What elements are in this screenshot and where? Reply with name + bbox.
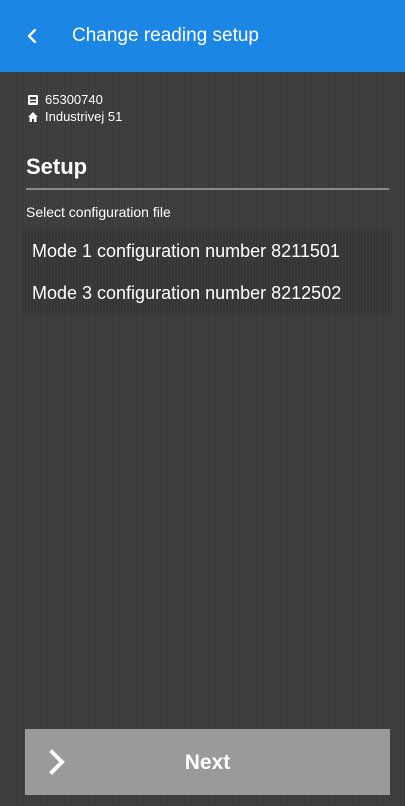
home-icon (27, 111, 39, 123)
config-option-mode-1[interactable]: Mode 1 configuration number 8211501 (22, 230, 392, 272)
next-button-label: Next (184, 751, 231, 774)
config-option-mode-3[interactable]: Mode 3 configuration number 8212502 (22, 272, 392, 314)
app-header: Change reading setup (0, 0, 405, 72)
meter-address: Industrivej 51 (45, 109, 123, 124)
meter-number: 65300740 (45, 92, 103, 107)
section-divider (26, 188, 389, 190)
back-button[interactable] (0, 0, 64, 72)
meter-address-row: Industrivej 51 (27, 108, 122, 125)
next-button[interactable]: Next (25, 729, 390, 795)
meter-icon (27, 94, 39, 106)
app-screen: Change reading setup 65300740 Industrive… (0, 0, 405, 806)
config-file-list: Mode 1 configuration number 8211501 Mode… (22, 230, 392, 314)
page-title: Change reading setup (72, 25, 259, 46)
chevron-left-icon (27, 29, 37, 43)
meter-info: 65300740 Industrivej 51 (27, 91, 122, 125)
meter-number-row: 65300740 (27, 91, 122, 108)
section-subtitle: Select configuration file (26, 204, 171, 220)
section-title: Setup (26, 154, 88, 179)
